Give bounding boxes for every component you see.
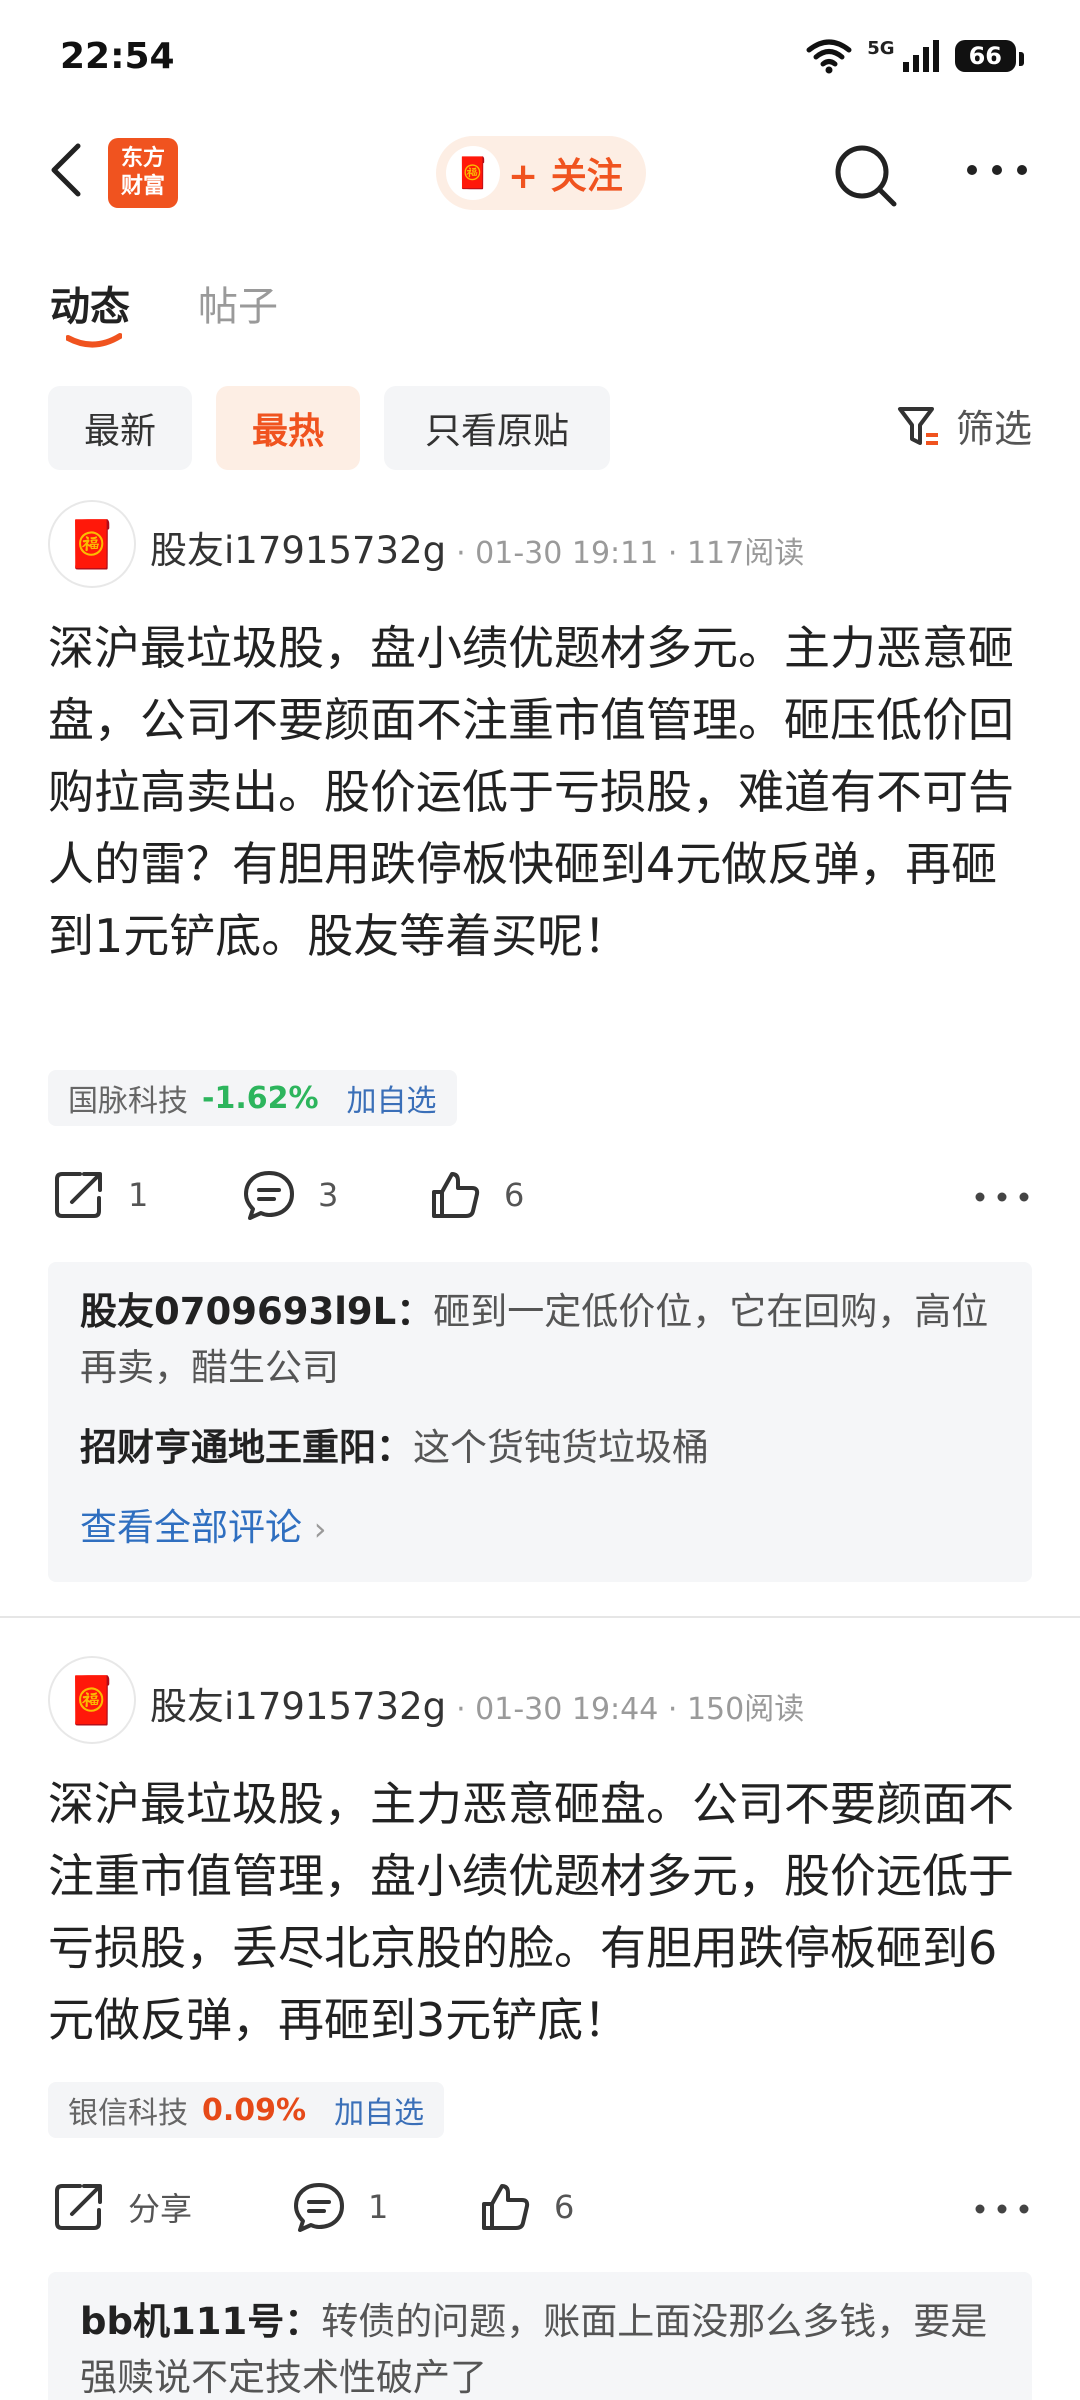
share-button[interactable]: 1 xyxy=(52,1168,148,1222)
comment-item[interactable]: 股友0709693l9L：砸到一定低价位，它在回购，高位再卖，醋生公司 xyxy=(80,1284,1000,1396)
user-avatar[interactable]: 🧧 xyxy=(48,500,136,588)
tab-posts[interactable]: 帖子 xyxy=(198,274,278,332)
comment-item[interactable]: bb机111号：转债的问题，账面上面没那么多钱，要是强赎说不定技术性破产了 xyxy=(80,2294,1000,2400)
chevron-right-icon: › xyxy=(313,1510,327,1548)
thumbs-up-icon xyxy=(432,1172,480,1218)
filter-button[interactable]: 筛选 xyxy=(896,398,1032,453)
comment-button[interactable]: 1 xyxy=(292,2180,388,2234)
stock-change: -1.62% xyxy=(202,1080,319,1116)
post-more-icon[interactable] xyxy=(972,1187,1032,1207)
eastmoney-logo[interactable]: 东方 财富 xyxy=(108,138,178,208)
comment-username[interactable]: bb机111号： xyxy=(80,2300,321,2343)
signal-icon xyxy=(902,40,939,72)
thumbs-up-icon xyxy=(482,2184,530,2230)
network-label: 5G xyxy=(867,38,895,59)
comment-icon xyxy=(294,2183,344,2232)
share-count: 1 xyxy=(128,1176,149,1214)
filter-hottest[interactable]: 最热 xyxy=(216,386,360,470)
stock-name: 银信科技 xyxy=(68,2096,188,2131)
comment-preview[interactable]: bb机111号：转债的问题，账面上面没那么多钱，要是强赎说不定技术性破产了 xyxy=(48,2272,1032,2400)
logo-line2: 财富 xyxy=(120,174,165,199)
post-meta: · 01-30 19:11 · 117阅读 xyxy=(456,536,805,571)
comment-count: 1 xyxy=(368,2188,389,2226)
comment-username[interactable]: 招财亨通地王重阳： xyxy=(80,1426,413,1469)
like-count: 6 xyxy=(504,1176,525,1214)
like-button[interactable]: 6 xyxy=(478,2180,574,2234)
bar-avatar-icon: 🧧 xyxy=(446,146,500,200)
status-icons: 5G 66 xyxy=(805,38,1025,74)
back-arrow-icon[interactable] xyxy=(44,140,94,200)
status-time: 22:54 xyxy=(60,36,175,77)
like-count: 6 xyxy=(554,2188,575,2226)
comment-icon xyxy=(244,1171,294,1220)
stock-tag[interactable]: 国脉科技 -1.62% 加自选 xyxy=(48,1070,457,1126)
post-divider xyxy=(0,1616,1080,1618)
search-icon[interactable] xyxy=(830,140,900,210)
share-label: 分享 xyxy=(128,2190,193,2228)
follow-button[interactable]: 🧧 + 关注 xyxy=(436,136,646,210)
filter-original-only[interactable]: 只看原贴 xyxy=(384,386,610,470)
post-body[interactable]: 深沪最垃圾股，主力恶意砸盘。公司不要颜面不注重市值管理，盘小绩优题材多元，股价远… xyxy=(48,1768,1038,2056)
post-username[interactable]: 股友i17915732g xyxy=(150,1676,446,1730)
comment-item[interactable]: 招财亨通地王重阳：这个货钝货垃圾桶 xyxy=(80,1420,1000,1476)
share-button[interactable]: 分享 xyxy=(52,2180,192,2234)
comment-preview[interactable]: 股友0709693l9L：砸到一定低价位，它在回购，高位再卖，醋生公司 招财亨通… xyxy=(48,1262,1032,1582)
post-header: 股友i17915732g · 01-30 19:11 · 117阅读 xyxy=(150,520,804,574)
comment-username[interactable]: 股友0709693l9L： xyxy=(80,1290,433,1333)
filter-latest[interactable]: 最新 xyxy=(48,386,192,470)
like-button[interactable]: 6 xyxy=(428,1168,524,1222)
tab-dynamics[interactable]: 动态 xyxy=(50,274,130,332)
comment-text: 这个货钝货垃圾桶 xyxy=(413,1426,709,1469)
stock-name: 国脉科技 xyxy=(68,1084,188,1119)
post-username[interactable]: 股友i17915732g xyxy=(150,520,446,574)
view-all-label: 查看全部评论 xyxy=(80,1506,302,1549)
comment-count: 3 xyxy=(318,1176,339,1214)
stock-change: 0.09% xyxy=(202,2092,307,2128)
user-avatar[interactable]: 🧧 xyxy=(48,1656,136,1744)
post-meta: · 01-30 19:44 · 150阅读 xyxy=(456,1692,805,1727)
post-body[interactable]: 深沪最垃圾股，盘小绩优题材多元。主力恶意砸盘，公司不要颜面不注重市值管理。砸压低… xyxy=(48,612,1038,972)
wifi-icon xyxy=(806,39,852,74)
tab-active-indicator xyxy=(66,333,122,348)
more-options-icon[interactable] xyxy=(962,150,1032,190)
post-more-icon[interactable] xyxy=(972,2199,1032,2219)
filter-label: 筛选 xyxy=(955,407,1032,451)
share-icon xyxy=(55,1172,102,1218)
view-all-comments-link[interactable]: 查看全部评论 › xyxy=(80,1500,1000,1557)
share-icon xyxy=(55,2184,102,2230)
post-header: 股友i17915732g · 01-30 19:44 · 150阅读 xyxy=(150,1676,804,1730)
battery-icon: 66 xyxy=(954,40,1025,72)
stock-tag[interactable]: 银信科技 0.09% 加自选 xyxy=(48,2082,445,2138)
add-watchlist-link[interactable]: 加自选 xyxy=(334,2088,424,2132)
logo-line1: 东方 xyxy=(120,146,165,171)
follow-label: + 关注 xyxy=(508,156,623,197)
add-watchlist-link[interactable]: 加自选 xyxy=(347,1076,437,1120)
comment-button[interactable]: 3 xyxy=(242,1168,338,1222)
filter-funnel-icon xyxy=(897,406,938,445)
